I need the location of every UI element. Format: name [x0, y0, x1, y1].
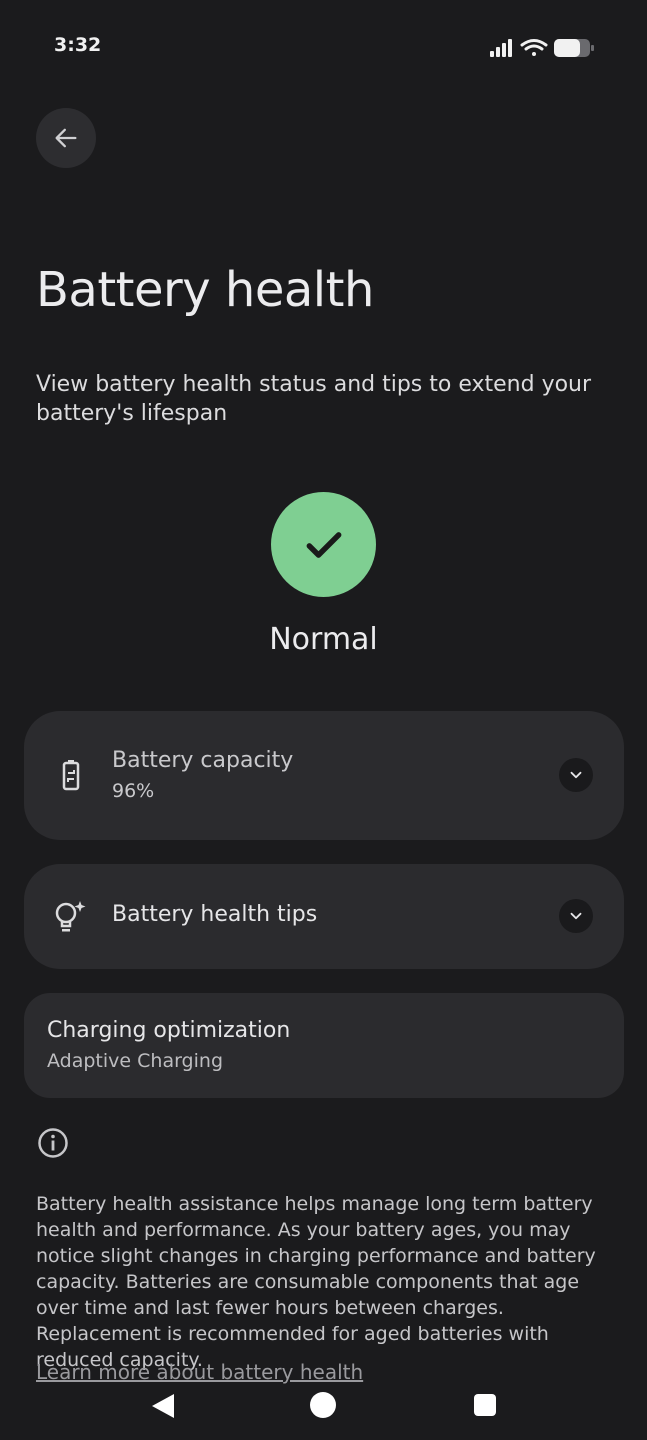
learn-more-link[interactable]: Learn more about battery health [36, 1360, 363, 1384]
page-title: Battery health [36, 262, 374, 318]
nav-recents-icon[interactable] [474, 1394, 496, 1416]
chevron-down-icon [570, 912, 582, 920]
arrow-left-icon [55, 128, 77, 148]
battery-health-tips-card[interactable]: Battery health tips [24, 864, 624, 969]
battery-capacity-card[interactable]: Battery capacity 96% [24, 711, 624, 840]
charging-optimization-card[interactable]: Charging optimization Adaptive Charging [24, 993, 624, 1098]
battery-health-tips-title: Battery health tips [112, 902, 318, 927]
charging-optimization-value: Adaptive Charging [47, 1050, 224, 1072]
status-time: 3:32 [54, 34, 102, 56]
signal-icon [490, 39, 512, 57]
back-button[interactable] [36, 108, 96, 168]
status-icons [488, 36, 598, 60]
battery-sync-icon [62, 760, 80, 791]
page-subtitle: View battery health status and tips to e… [36, 372, 592, 426]
battery-capacity-value: 96% [112, 780, 155, 802]
health-status-label: Normal [269, 622, 378, 657]
wifi-icon [520, 39, 548, 56]
battery-health-description: Battery health assistance helps manage l… [36, 1193, 596, 1371]
battery-icon [554, 39, 594, 57]
info-icon [38, 1128, 68, 1158]
check-icon [306, 531, 341, 558]
health-status-badge [271, 492, 376, 597]
nav-home-icon[interactable] [310, 1392, 336, 1418]
charging-optimization-title: Charging optimization [47, 1018, 291, 1043]
nav-back-icon[interactable] [150, 1392, 176, 1420]
battery-capacity-title: Battery capacity [112, 748, 294, 773]
chevron-down-icon [570, 771, 582, 779]
battery-capacity-expand-button[interactable] [559, 758, 593, 792]
battery-health-tips-expand-button[interactable] [559, 899, 593, 933]
lightbulb-sparkle-icon [55, 901, 86, 932]
